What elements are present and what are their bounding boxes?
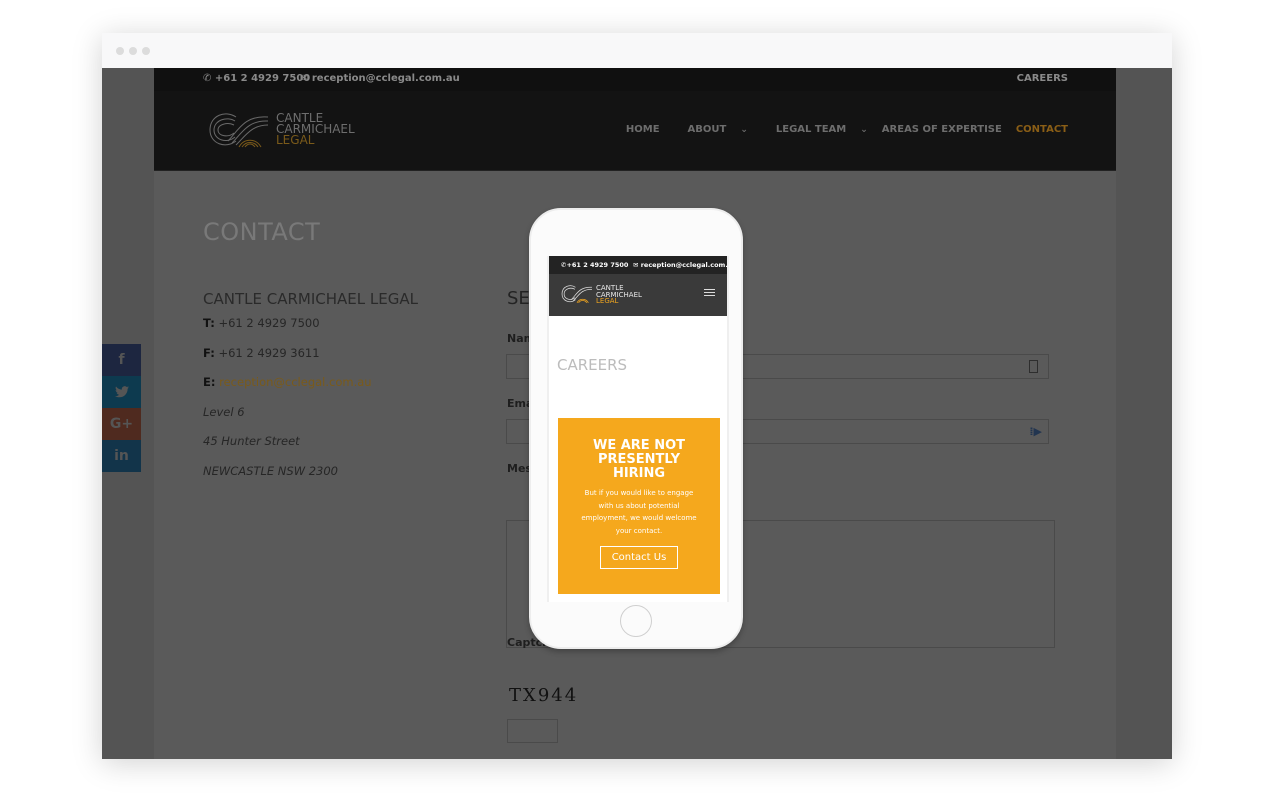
captcha-image: TX944	[509, 685, 579, 706]
linkedin-share-button[interactable]: in	[102, 440, 141, 472]
nav-legal-team[interactable]: LEGAL TEAM ⌄	[762, 124, 868, 135]
home-button	[620, 605, 652, 637]
contact-phone: T: +61 2 4929 7500	[203, 316, 320, 330]
logo-text: CANTLE CARMICHAEL LEGAL	[276, 111, 355, 147]
mobile-logo-text[interactable]: CANTLE CARMICHAEL LEGAL	[596, 285, 642, 305]
hiring-card: WE ARE NOT PRESENTLY HIRING But if you w…	[558, 418, 720, 594]
address-line: Level 6	[203, 405, 245, 419]
phone-mockup: ✆+61 2 4929 7500 ✉ reception@cclegal.com…	[529, 208, 743, 649]
envelope-icon: ✉	[632, 261, 639, 269]
address-line: 45 Hunter Street	[203, 434, 300, 448]
chevron-down-icon: ⌄	[860, 125, 868, 135]
careers-link[interactable]: CAREERS	[1017, 73, 1068, 84]
window-dot	[129, 47, 137, 55]
window-dot	[142, 47, 150, 55]
org-name: CANTLE CARMICHAEL LEGAL	[203, 290, 418, 308]
nav-home[interactable]: HOME	[626, 124, 660, 135]
contact-email: E: reception@cclegal.com.au	[203, 375, 372, 389]
google-plus-icon: G+	[109, 416, 134, 432]
password-manager-icon: ⁞▶	[1029, 425, 1042, 438]
hiring-heading: WE ARE NOT PRESENTLY HIRING	[592, 438, 686, 481]
address-line: NEWCASTLE NSW 2300	[203, 464, 338, 478]
nav-areas-of-expertise[interactable]: AREAS OF EXPERTISE	[882, 124, 1002, 135]
window-dot	[116, 47, 124, 55]
chevron-down-icon: ⌄	[740, 125, 748, 135]
envelope-icon: ✉	[300, 73, 312, 84]
facebook-share-button[interactable]: f	[102, 344, 141, 376]
logo-mark-icon	[561, 285, 592, 304]
facebook-icon: f	[118, 352, 125, 368]
page-title: CONTACT	[203, 218, 321, 246]
mobile-header: CANTLE CARMICHAEL LEGAL	[549, 274, 727, 316]
mobile-topbar: ✆+61 2 4929 7500 ✉ reception@cclegal.com…	[549, 256, 727, 274]
main-nav: HOME ABOUT ⌄ LEGAL TEAM ⌄ AREAS OF EXPERTI…	[612, 124, 1068, 135]
logo-mark-icon	[209, 113, 269, 148]
linkedin-icon: in	[114, 448, 129, 464]
twitter-icon	[114, 384, 129, 400]
topbar-email[interactable]: ✉ reception@cclegal.com.au	[300, 73, 460, 84]
email-link[interactable]: reception@cclegal.com.au	[219, 375, 371, 389]
contact-card-icon	[1029, 360, 1038, 373]
hiring-text: But if you would like to engage with us …	[581, 489, 697, 535]
mobile-page-title: CAREERS	[557, 356, 628, 374]
contact-us-button[interactable]: Contact Us	[599, 546, 679, 569]
site-header: CANTLE CARMICHAEL LEGAL HOME ABOUT ⌄ LEGA…	[154, 91, 1116, 171]
site-logo[interactable]: CANTLE CARMICHAEL LEGAL	[208, 111, 368, 151]
nav-about[interactable]: ABOUT ⌄	[674, 124, 748, 135]
phone-icon: ✆	[203, 73, 215, 84]
hamburger-menu-icon[interactable]	[704, 289, 715, 298]
nav-contact[interactable]: CONTACT	[1016, 124, 1068, 135]
contact-fax: F: +61 2 4929 3611	[203, 346, 320, 360]
topbar-phone[interactable]: ✆ +61 2 4929 7500	[203, 73, 310, 84]
twitter-share-button[interactable]	[102, 376, 141, 408]
mobile-screen: ✆+61 2 4929 7500 ✉ reception@cclegal.com…	[547, 256, 729, 602]
browser-titlebar	[102, 33, 1172, 68]
top-info-bar: ✆ +61 2 4929 7500 ✉ reception@cclegal.co…	[154, 68, 1116, 91]
google-plus-share-button[interactable]: G+	[102, 408, 141, 440]
captcha-input[interactable]	[507, 719, 558, 743]
